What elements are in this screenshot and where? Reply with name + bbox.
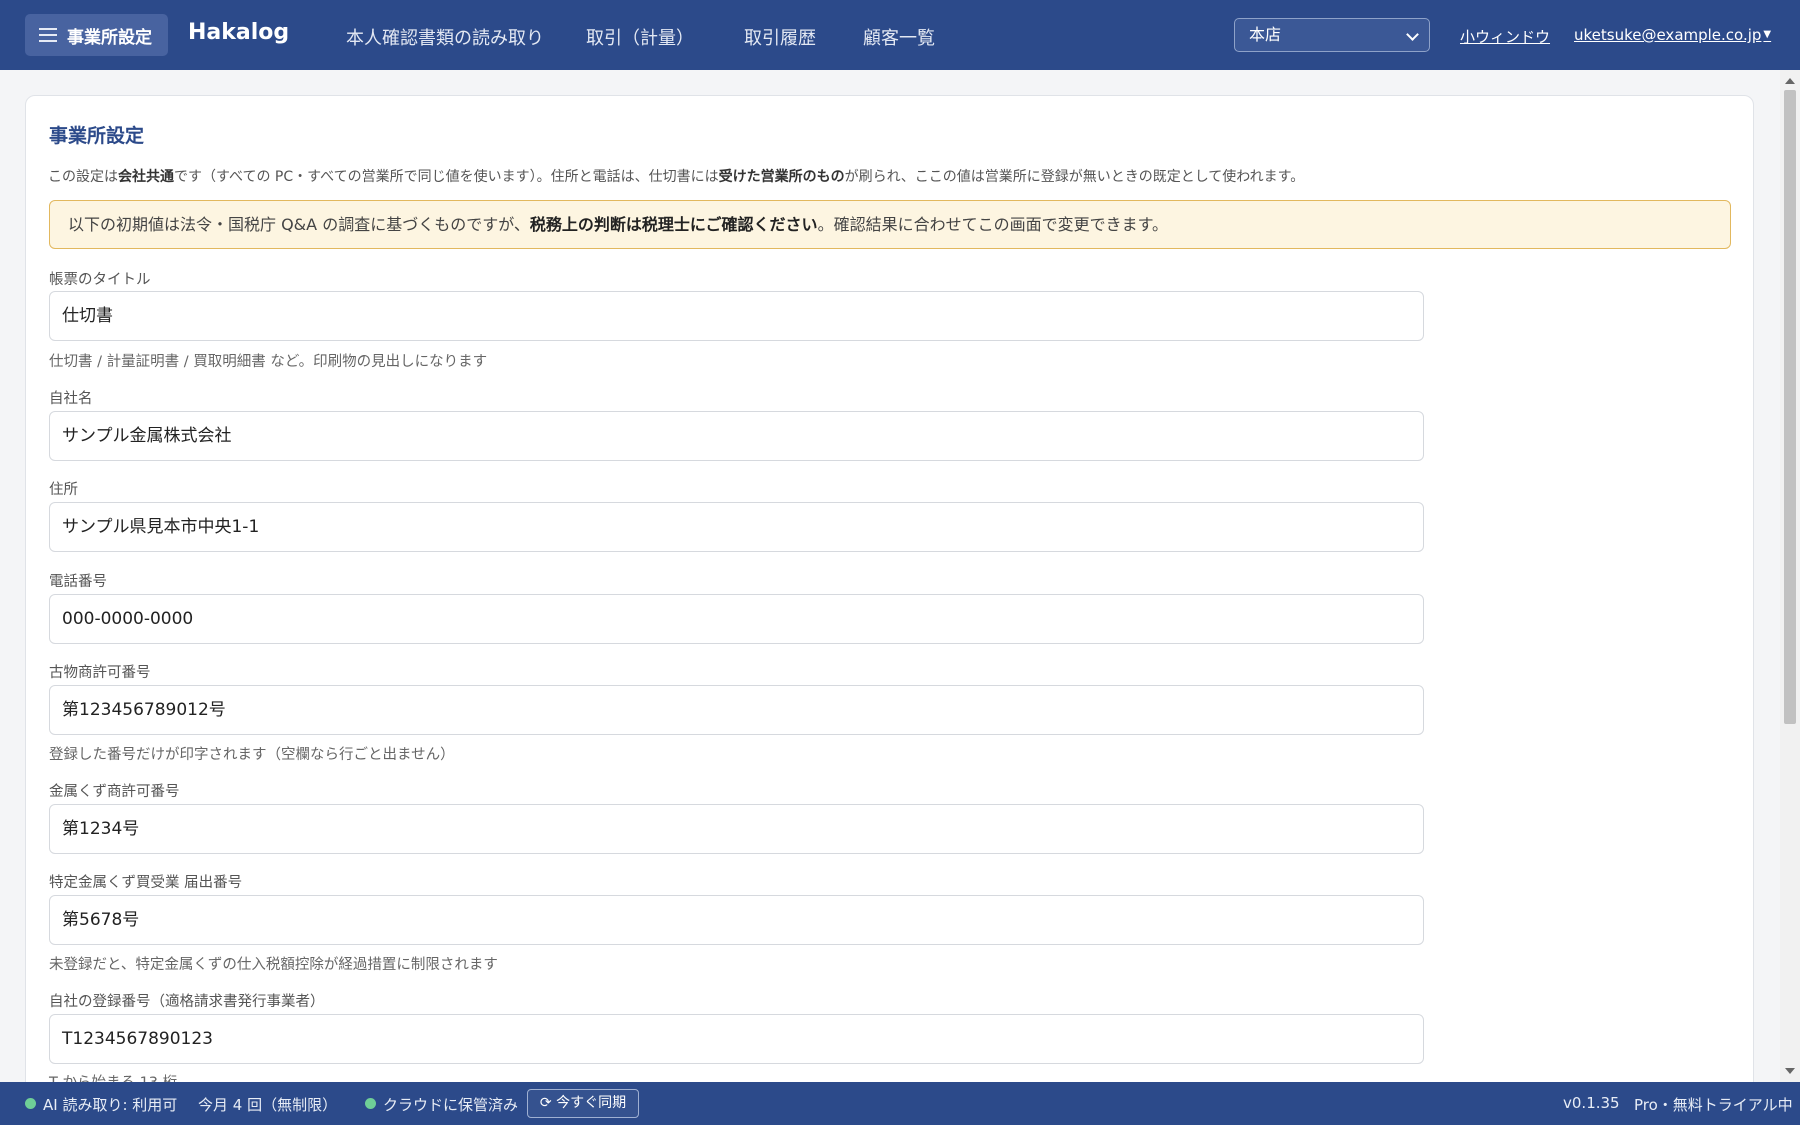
small-window-link[interactable]: 小ウィンドウ	[1460, 26, 1550, 47]
brand-logo: Hakalog	[188, 20, 290, 45]
company-name-label: 自社名	[49, 391, 93, 407]
cloud-status-text: クラウドに保管済み	[383, 1096, 519, 1114]
company-name-input[interactable]: サンプル金属株式会社	[49, 411, 1424, 461]
settings-description: この設定は会社共通です（すべての PC・すべての営業所で同じ値を使います）。住所…	[48, 169, 1305, 185]
office-settings-menu-button[interactable]: 事業所設定	[25, 14, 168, 56]
store-select[interactable]: 本店	[1234, 18, 1430, 52]
nav-transaction-history[interactable]: 取引履歴	[744, 24, 816, 50]
chevron-down-icon	[1406, 28, 1419, 41]
page-title: 事業所設定	[49, 125, 145, 147]
address-label: 住所	[49, 482, 78, 498]
document-title-label: 帳票のタイトル	[49, 272, 151, 288]
specified-scrap-notification-label: 特定金属くず買受業 届出番号	[49, 875, 243, 891]
document-title-hint: 仕切書 / 計量証明書 / 買取明細書 など。印刷物の見出しになります	[49, 354, 488, 370]
nav-id-document-reading[interactable]: 本人確認書類の読み取り	[346, 24, 544, 50]
nav-customer-list[interactable]: 顧客一覧	[863, 24, 935, 50]
tax-notice-banner: 以下の初期値は法令・国税庁 Q&A の調査に基づくものですが、税務上の判断は税理…	[49, 200, 1731, 249]
account-menu[interactable]: uketsuke@example.co.jp ▼	[1574, 26, 1771, 44]
version-text: v0.1.35	[1563, 1094, 1620, 1112]
antique-license-hint: 登録した番号だけが印字されます（空欄なら行ごと出ません）	[49, 747, 455, 763]
ai-status-dot-icon	[25, 1098, 36, 1109]
page-scrollbar[interactable]	[1780, 70, 1800, 1082]
ai-status-text: AI 読み取り: 利用可	[43, 1096, 178, 1114]
monthly-usage-text: 今月 4 回（無制限）	[198, 1096, 338, 1114]
specified-scrap-notification-hint: 未登録だと、特定金属くずの仕入税額控除が経過措置に制限されます	[49, 957, 498, 973]
specified-scrap-notification-input[interactable]: 第5678号	[49, 895, 1424, 945]
address-input[interactable]: サンプル県見本市中央1-1	[49, 502, 1424, 552]
scrap-metal-license-label: 金属くず商許可番号	[49, 784, 180, 800]
scrollbar-thumb[interactable]	[1784, 90, 1796, 724]
scroll-down-arrow-icon[interactable]	[1785, 1068, 1795, 1074]
plan-status-text: Pro・無料トライアル中	[1634, 1096, 1793, 1114]
antique-license-input[interactable]: 第123456789012号	[49, 685, 1424, 735]
invoice-registration-label: 自社の登録番号（適格請求書発行事業者）	[49, 994, 325, 1010]
scroll-up-arrow-icon[interactable]	[1785, 78, 1795, 84]
hamburger-icon	[39, 28, 57, 42]
antique-license-label: 古物商許可番号	[49, 665, 151, 681]
phone-input[interactable]: 000-0000-0000	[49, 594, 1424, 644]
cloud-status-dot-icon	[365, 1098, 376, 1109]
account-email: uketsuke@example.co.jp	[1574, 26, 1762, 44]
phone-label: 電話番号	[49, 574, 107, 590]
store-select-value: 本店	[1249, 25, 1282, 44]
status-bar: AI 読み取り: 利用可 今月 4 回（無制限） クラウドに保管済み ⟳ 今すぐ…	[0, 1082, 1800, 1125]
top-navbar: 事業所設定 Hakalog 本人確認書類の読み取り 取引（計量） 取引履歴 顧客…	[0, 0, 1800, 70]
scrap-metal-license-input[interactable]: 第1234号	[49, 804, 1424, 854]
document-title-input[interactable]: 仕切書	[49, 291, 1424, 341]
invoice-registration-input[interactable]: T1234567890123	[49, 1014, 1424, 1064]
sync-now-button[interactable]: ⟳ 今すぐ同期	[527, 1089, 639, 1118]
nav-transaction-weighing[interactable]: 取引（計量）	[586, 24, 694, 50]
menu-button-label: 事業所設定	[67, 27, 152, 48]
caret-down-icon: ▼	[1763, 29, 1772, 40]
